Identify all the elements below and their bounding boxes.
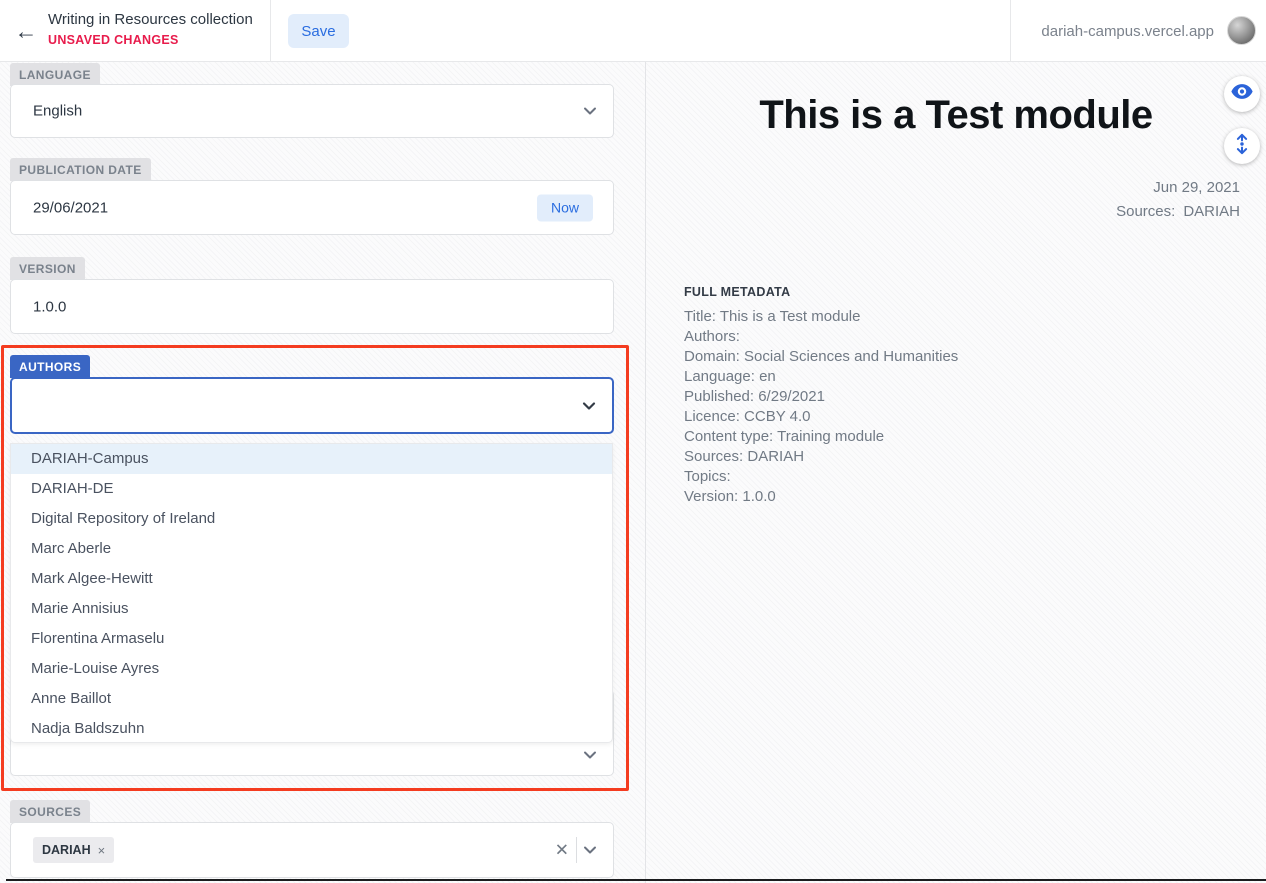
preview-date: Jun 29, 2021: [1153, 179, 1240, 196]
dropdown-option[interactable]: Marie-Louise Ayres: [11, 654, 612, 684]
up-down-arrows-icon: [1231, 133, 1253, 160]
preview-page-title: This is a Test module: [646, 92, 1266, 138]
metadata-line: Authors:: [684, 327, 958, 347]
metadata-line: Content type: Training module: [684, 427, 958, 447]
language-value: English: [33, 103, 82, 120]
topbar-divider-right: [1010, 0, 1011, 62]
save-button[interactable]: Save: [288, 14, 349, 48]
version-label: VERSION: [10, 257, 85, 280]
topbar-titles: Writing in Resources collection UNSAVED …: [48, 11, 253, 47]
language-field[interactable]: English: [10, 84, 614, 138]
field-control-divider: [576, 837, 577, 863]
chevron-down-icon[interactable]: [581, 102, 599, 120]
authors-label: AUTHORS: [10, 355, 90, 378]
metadata-line: Topics:: [684, 467, 958, 487]
avatar[interactable]: [1227, 16, 1256, 45]
back-arrow-icon[interactable]: ←: [12, 17, 40, 45]
site-url-label[interactable]: dariah-campus.vercel.app: [1041, 23, 1214, 40]
dropdown-option[interactable]: Nadja Baldszuhn: [11, 714, 612, 743]
metadata-line: Version: 1.0.0: [684, 487, 958, 507]
full-metadata-heading: FULL METADATA: [684, 285, 790, 299]
unsaved-changes-status: UNSAVED CHANGES: [48, 33, 253, 47]
now-button[interactable]: Now: [537, 194, 593, 221]
chevron-down-icon[interactable]: [580, 397, 598, 415]
preview-sources-label: Sources:: [1116, 203, 1175, 220]
version-value: 1.0.0: [33, 298, 66, 315]
dropdown-option[interactable]: Mark Algee-Hewitt: [11, 564, 612, 594]
preview-sources-line: Sources: DARIAH: [1116, 203, 1240, 220]
publication-date-label: PUBLICATION DATE: [10, 158, 151, 181]
dropdown-option[interactable]: Marie Annisius: [11, 594, 612, 624]
dropdown-option[interactable]: Marc Aberle: [11, 534, 612, 564]
sources-field[interactable]: DARIAH × ✕: [10, 822, 614, 878]
dropdown-option[interactable]: Digital Repository of Ireland: [11, 504, 612, 534]
scroll-sync-button[interactable]: [1224, 128, 1260, 164]
chevron-down-icon[interactable]: [581, 746, 599, 764]
metadata-line: Domain: Social Sciences and Humanities: [684, 347, 958, 367]
cms-editor-page: ← Writing in Resources collection UNSAVE…: [0, 0, 1266, 883]
sources-tags: DARIAH ×: [33, 837, 114, 863]
dropdown-option[interactable]: DARIAH-DE: [11, 474, 612, 504]
language-label: LANGUAGE: [10, 63, 100, 86]
panel-divider: [645, 62, 646, 883]
top-bar: ← Writing in Resources collection UNSAVE…: [0, 0, 1266, 62]
metadata-line: Published: 6/29/2021: [684, 387, 958, 407]
metadata-line: Licence: CCBY 4.0: [684, 407, 958, 427]
dropdown-option[interactable]: Anne Baillot: [11, 684, 612, 714]
collection-title: Writing in Resources collection: [48, 11, 253, 28]
preview-sources-value: DARIAH: [1183, 203, 1240, 220]
topbar-divider-left: [270, 0, 271, 62]
sources-label: SOURCES: [10, 800, 90, 823]
metadata-list: Title: This is a Test moduleAuthors:Doma…: [684, 307, 958, 507]
preview-toggle-button[interactable]: [1224, 76, 1260, 112]
bottom-edge-line: [6, 879, 1266, 881]
eye-icon: [1231, 84, 1253, 104]
metadata-line: Sources: DARIAH: [684, 447, 958, 467]
version-field[interactable]: 1.0.0: [10, 279, 614, 334]
metadata-line: Title: This is a Test module: [684, 307, 958, 327]
authors-dropdown: DARIAH-CampusDARIAH-DEDigital Repository…: [10, 443, 613, 743]
dropdown-option[interactable]: DARIAH-Campus: [11, 444, 612, 474]
clear-field-icon[interactable]: ✕: [555, 842, 569, 859]
publication-date-field[interactable]: 29/06/2021 Now: [10, 180, 614, 235]
tag-remove-icon[interactable]: ×: [98, 843, 106, 858]
chevron-down-icon[interactable]: [581, 841, 599, 859]
tag-label: DARIAH: [42, 843, 91, 857]
publication-date-value: 29/06/2021: [33, 199, 108, 216]
metadata-line: Language: en: [684, 367, 958, 387]
authors-field[interactable]: [10, 377, 614, 434]
tag-chip: DARIAH ×: [33, 837, 114, 863]
dropdown-option[interactable]: Florentina Armaselu: [11, 624, 612, 654]
